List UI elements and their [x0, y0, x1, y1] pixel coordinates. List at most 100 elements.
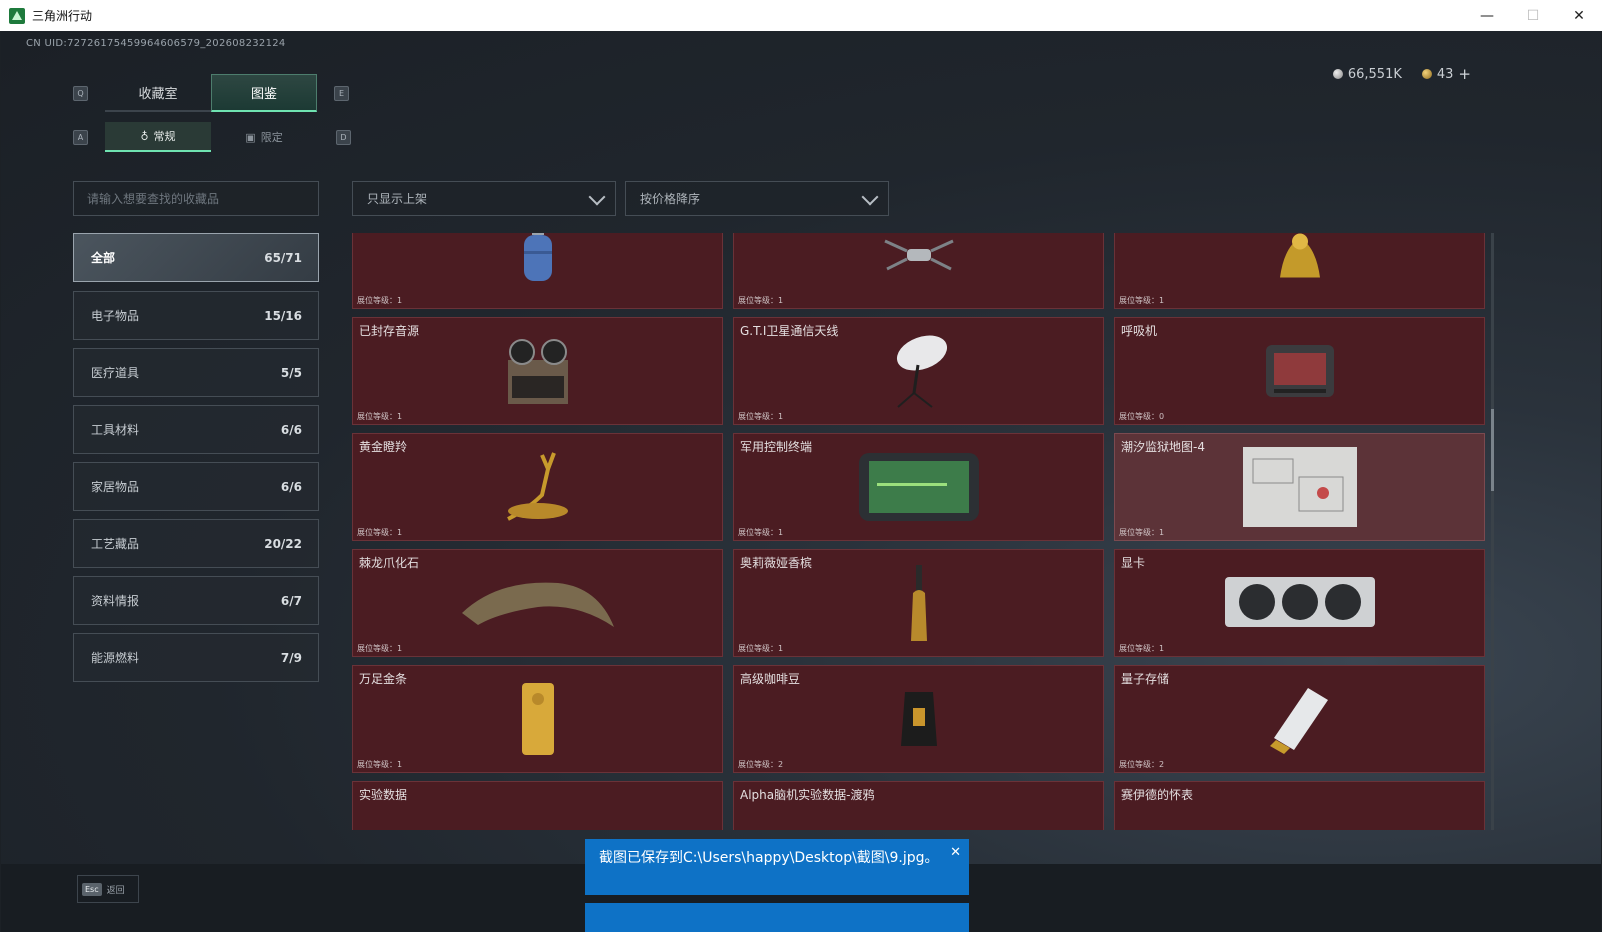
tab-collection-room[interactable]: 收藏室 — [105, 74, 211, 112]
flame-icon: ♁ — [140, 129, 149, 143]
category-fuel[interactable]: 能源燃料 7/9 — [73, 633, 319, 682]
category-label: 能源燃料 — [91, 651, 140, 665]
display-level: 展位等级：1 — [738, 644, 784, 653]
item-card[interactable]: 已封存音源 展位等级：1 — [352, 317, 723, 425]
coffee-bag-icon — [900, 692, 937, 746]
window-controls: — ☐ ✕ — [1464, 0, 1602, 31]
user-uid: CN UID:72726175459964606579_202608232124 — [26, 38, 286, 49]
category-electronics[interactable]: 电子物品 15/16 — [73, 291, 319, 340]
graphics-card-icon — [1224, 577, 1375, 627]
item-name: 显卡 — [1121, 556, 1146, 570]
category-count: 20/22 — [264, 536, 302, 551]
shelf-filter-select[interactable]: 只显示上架 — [352, 181, 616, 216]
maximize-button[interactable]: ☐ — [1510, 0, 1556, 31]
item-card[interactable]: 展位等级：1 — [352, 233, 723, 309]
toast-close-button[interactable]: ✕ — [950, 843, 961, 863]
search-input[interactable]: 请输入想要查找的收藏品 — [73, 181, 319, 216]
screenshot-toast: 截图已保存到C:\Users\happy\Desktop\截图\9.jpg。 ✕ — [585, 839, 969, 895]
tab-regular[interactable]: ♁ 常规 — [105, 122, 211, 152]
golden-gazelle-icon — [506, 452, 568, 521]
item-name: 已封存音源 — [359, 324, 420, 338]
item-card[interactable]: 实验数据 — [352, 781, 723, 830]
item-name: 量子存储 — [1121, 672, 1170, 686]
display-level: 展位等级：1 — [1119, 296, 1165, 305]
category-all[interactable]: 全部 65/71 — [73, 233, 319, 282]
display-level: 展位等级：1 — [357, 644, 403, 653]
item-name: 实验数据 — [359, 788, 408, 802]
category-count: 6/6 — [280, 422, 302, 437]
item-card[interactable]: 赛伊德的怀表 — [1114, 781, 1485, 830]
app-logo-icon — [9, 7, 25, 24]
item-card[interactable]: 军用控制终端 展位等级：1 — [733, 433, 1104, 541]
item-name: G.T.I卫星通信天线 — [740, 324, 839, 338]
ventilator-icon — [1265, 345, 1334, 397]
grid-scroll-thumb[interactable] — [1491, 409, 1494, 491]
item-card[interactable]: 呼吸机 展位等级：0 — [1114, 317, 1485, 425]
category-household[interactable]: 家居物品 6/6 — [73, 462, 319, 511]
category-count: 6/6 — [280, 479, 302, 494]
control-terminal-icon — [858, 453, 979, 521]
category-medical[interactable]: 医疗道具 5/5 — [73, 348, 319, 397]
category-count: 15/16 — [264, 308, 302, 323]
tape-recorder-icon — [507, 339, 568, 404]
sort-select[interactable]: 按价格降序 — [625, 181, 889, 216]
limited-icon: ▣ — [245, 130, 256, 144]
back-button[interactable]: Esc 返回 — [77, 875, 139, 903]
category-label: 全部 — [91, 251, 116, 265]
item-name: 万足金条 — [359, 672, 408, 686]
item-name: 潮汐监狱地图-4 — [1121, 440, 1205, 454]
window-title: 三角洲行动 — [32, 9, 93, 23]
item-card[interactable]: 万足金条 展位等级：1 — [352, 665, 723, 773]
grid-scrollbar[interactable] — [1491, 233, 1494, 830]
close-button[interactable]: ✕ — [1556, 0, 1602, 31]
category-label: 工艺藏品 — [91, 537, 140, 551]
category-label: 资料情报 — [91, 594, 140, 608]
gas-tank-icon — [523, 233, 552, 281]
gold-currency: 43 + — [1421, 65, 1471, 83]
sort-value: 按价格降序 — [640, 192, 701, 206]
item-card[interactable]: 潮汐监狱地图-4 展位等级：1 — [1114, 433, 1485, 541]
chevron-down-icon — [588, 188, 606, 206]
tab-codex[interactable]: 图鉴 — [211, 74, 317, 112]
key-hint-a: A — [73, 130, 88, 145]
item-grid: 展位等级：1 展位等级：1 展位等级：1 已封存音源 展位等级：1 G.T.I卫… — [352, 233, 1485, 830]
display-level: 展位等级：1 — [1119, 644, 1165, 653]
display-level: 展位等级：1 — [357, 296, 403, 305]
item-card[interactable]: 展位等级：1 — [733, 233, 1104, 309]
category-crafts[interactable]: 工艺藏品 20/22 — [73, 519, 319, 568]
toast-stack — [585, 903, 969, 932]
item-card[interactable]: 量子存储 展位等级：2 — [1114, 665, 1485, 773]
minimize-button[interactable]: — — [1464, 0, 1510, 31]
currency-bar: 66,551K 43 + — [1332, 65, 1471, 83]
item-card[interactable]: 高级咖啡豆 展位等级：2 — [733, 665, 1104, 773]
item-card[interactable]: 展位等级：1 — [1114, 233, 1485, 309]
golden-statue-icon — [1279, 233, 1320, 278]
category-tools[interactable]: 工具材料 6/6 — [73, 405, 319, 454]
tab-limited-label: 限定 — [260, 131, 283, 144]
item-card[interactable]: G.T.I卫星通信天线 展位等级：1 — [733, 317, 1104, 425]
game-area: CN UID:72726175459964606579_202608232124… — [1, 31, 1601, 932]
tab-regular-label: 常规 — [153, 130, 176, 143]
quantum-storage-icon — [1269, 688, 1328, 754]
item-card[interactable]: 显卡 展位等级：1 — [1114, 549, 1485, 657]
category-intel[interactable]: 资料情报 6/7 — [73, 576, 319, 625]
item-name: 高级咖啡豆 — [740, 672, 801, 686]
gold-bar-icon — [521, 683, 554, 755]
item-name: 呼吸机 — [1121, 324, 1158, 338]
category-label: 电子物品 — [91, 309, 140, 323]
add-currency-button[interactable]: + — [1458, 65, 1471, 83]
item-name: Alpha脑机实验数据-渡鸦 — [740, 788, 875, 802]
display-level: 展位等级：1 — [738, 296, 784, 305]
item-card[interactable]: 奥莉薇娅香槟 展位等级：1 — [733, 549, 1104, 657]
gold-coin-icon — [1421, 69, 1432, 79]
tab-limited[interactable]: ▣ 限定 — [211, 122, 317, 152]
category-count: 7/9 — [280, 650, 302, 665]
display-level: 展位等级：1 — [357, 528, 403, 537]
category-label: 家居物品 — [91, 480, 140, 494]
item-card[interactable]: Alpha脑机实验数据-渡鸦 — [733, 781, 1104, 830]
item-card[interactable]: 棘龙爪化石 展位等级：1 — [352, 549, 723, 657]
back-label: 返回 — [106, 885, 125, 896]
claw-fossil-icon — [461, 582, 614, 627]
map-icon — [1242, 447, 1357, 527]
item-card[interactable]: 黄金瞪羚 展位等级：1 — [352, 433, 723, 541]
